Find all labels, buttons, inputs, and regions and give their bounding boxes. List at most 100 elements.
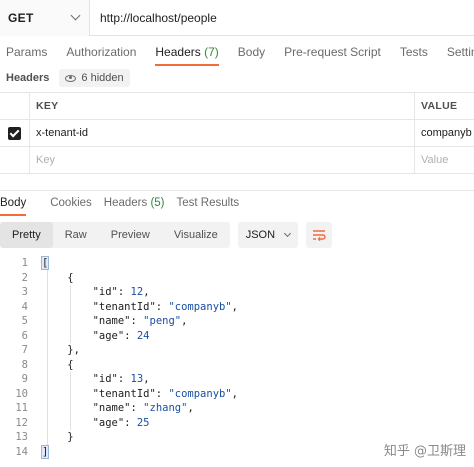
response-tabs: Body Cookies Headers (5) Test Results <box>0 192 474 216</box>
line-number: 5 <box>21 315 28 327</box>
view-visualize-button[interactable]: Visualize <box>162 222 230 248</box>
method-label: GET <box>8 10 34 25</box>
code-text: [ <box>40 256 50 270</box>
tab-body[interactable]: Body <box>238 38 265 66</box>
tab-headers[interactable]: Headers (7) <box>155 38 220 66</box>
code-text: ] <box>40 444 50 459</box>
code-line: 9 "id": 13, <box>0 372 474 387</box>
eye-icon <box>65 74 77 82</box>
line-number: 4 <box>21 300 28 313</box>
gutter <box>30 445 42 460</box>
value-column-header: VALUE <box>421 100 458 112</box>
new-key-input[interactable]: Key <box>36 154 55 166</box>
tab-params[interactable]: Params <box>6 38 47 66</box>
code-text: "name": "peng", <box>92 315 188 327</box>
code-line: 7 }, <box>0 343 474 358</box>
indent-guide <box>47 270 48 445</box>
gutter <box>30 372 42 387</box>
gutter <box>30 358 42 373</box>
section-divider <box>0 190 474 191</box>
code-line: 11 "name": "zhang", <box>0 401 474 416</box>
tab-authorization[interactable]: Authorization <box>66 38 136 66</box>
header-enabled-checkbox[interactable] <box>8 126 21 140</box>
checkbox-column-header <box>0 92 30 120</box>
view-mode-selector: Pretty Raw Preview Visualize <box>0 222 230 248</box>
tab-label: Body <box>0 197 27 209</box>
header-key-field[interactable]: x-tenant-id <box>36 127 88 139</box>
format-label: JSON <box>245 229 276 241</box>
code-line: 8 { <box>0 358 474 373</box>
chevron-down-icon <box>283 229 291 238</box>
tab-label: Headers <box>155 45 201 59</box>
line-number: 6 <box>21 329 28 342</box>
indent-guide <box>70 285 71 343</box>
line-number: 10 <box>15 387 28 400</box>
request-tabs: Params Authorization Headers (7) Body Pr… <box>0 38 474 66</box>
code-text: "age": 25 <box>92 416 150 429</box>
gutter <box>30 387 42 402</box>
url-bar: GET http://localhost/people <box>0 0 474 36</box>
line-number: 1 <box>21 257 28 269</box>
tab-label: Params <box>6 45 48 59</box>
table-header-row: KEY VALUE <box>0 92 474 120</box>
response-tab-cookies[interactable]: Cookies <box>50 192 92 216</box>
chevron-down-icon <box>70 10 81 21</box>
gutter <box>30 430 42 445</box>
line-number: 7 <box>21 344 28 356</box>
view-preview-button[interactable]: Preview <box>99 222 162 248</box>
code-text: "age": 24 <box>92 329 150 342</box>
table-row: x-tenant-id companyb <box>0 119 474 147</box>
tab-label: Authorization <box>66 45 137 59</box>
code-line: 2 { <box>0 271 474 286</box>
tab-pre-request-script[interactable]: Pre-request Script <box>284 38 381 66</box>
hidden-headers-toggle[interactable]: 6 hidden <box>59 69 130 87</box>
line-number: 11 <box>15 402 28 414</box>
watermark: 知乎 @卫斯理 <box>383 444 466 459</box>
tab-label: Settings <box>446 45 474 59</box>
format-select[interactable]: JSON <box>237 222 298 248</box>
code-line: 3 "id": 12, <box>0 285 474 300</box>
indent-guide <box>70 372 71 430</box>
tab-label: Tests <box>399 45 428 59</box>
tab-label: Headers <box>103 197 148 209</box>
response-tab-body[interactable]: Body <box>0 192 27 216</box>
headers-title: Headers <box>6 72 50 84</box>
line-number: 12 <box>15 416 28 429</box>
method-select[interactable]: GET <box>0 0 90 36</box>
tab-count: (5) <box>150 197 165 209</box>
tab-settings[interactable]: Settings <box>447 38 474 66</box>
code-text: "name": "zhang", <box>92 402 194 414</box>
code-line: 12 "age": 25 <box>0 416 474 431</box>
tab-label: Body <box>237 45 266 59</box>
header-value-field[interactable]: companyb <box>421 127 472 139</box>
response-view-toolbar: Pretty Raw Preview Visualize JSON <box>0 222 474 248</box>
response-tab-test-results[interactable]: Test Results <box>177 192 240 216</box>
code-text: "tenantId": "companyb", <box>92 387 238 400</box>
code-text: "tenantId": "companyb", <box>92 300 238 313</box>
response-body-viewer[interactable]: 1[2 {3 "id": 12, 4 "tenantId": "companyb"… <box>0 256 474 461</box>
view-pretty-button[interactable]: Pretty <box>0 222 53 248</box>
code-line: 4 "tenantId": "companyb", <box>0 300 474 315</box>
new-value-input[interactable]: Value <box>421 154 448 166</box>
table-row-new: Key Value <box>0 146 474 174</box>
wrap-lines-icon <box>312 230 326 241</box>
gutter <box>30 285 42 300</box>
line-number: 8 <box>21 358 28 371</box>
response-tab-headers[interactable]: Headers (5) <box>104 192 165 216</box>
line-number: 3 <box>21 286 28 298</box>
headers-table: KEY VALUE x-tenant-id companyb Key Value <box>0 92 474 174</box>
url-input[interactable]: http://localhost/people <box>90 11 217 25</box>
gutter <box>30 314 42 329</box>
wrap-lines-button[interactable] <box>305 222 332 248</box>
code-line: 1[ <box>0 256 474 271</box>
view-raw-button[interactable]: Raw <box>53 222 99 248</box>
tab-label: Test Results <box>176 197 240 209</box>
empty-checkbox-cell <box>0 146 30 174</box>
tab-count: (7) <box>204 45 219 59</box>
key-column-header: KEY <box>36 100 59 112</box>
tab-tests[interactable]: Tests <box>400 38 428 66</box>
gutter <box>30 271 42 286</box>
code-text: "id": 12, <box>92 286 150 298</box>
gutter <box>30 416 42 431</box>
code-line: 6 "age": 24 <box>0 329 474 344</box>
